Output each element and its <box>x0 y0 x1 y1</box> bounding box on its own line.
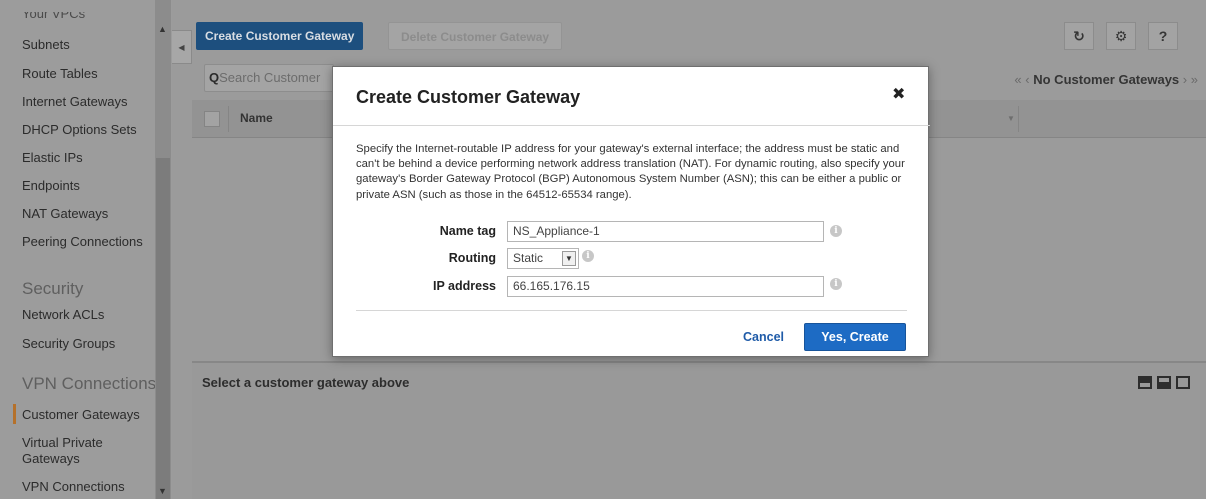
scroll-up-icon[interactable]: ▲ <box>158 24 167 34</box>
active-item-marker <box>13 404 16 424</box>
sidebar-item-vpn-connections[interactable]: VPN Connections <box>22 479 125 495</box>
settings-button[interactable]: ⚙ <box>1106 22 1136 50</box>
ip-address-label: IP address <box>432 279 496 293</box>
pager: « ‹ No Customer Gateways › » <box>1014 72 1198 87</box>
dialog-header: Create Customer Gateway ✖ <box>333 67 930 126</box>
sidebar-item-elastic-ips[interactable]: Elastic IPs <box>22 150 83 166</box>
routing-select[interactable]: Static ▼ <box>507 248 579 269</box>
refresh-button[interactable]: ↻ <box>1064 22 1094 50</box>
sidebar-item-internet-gateways[interactable]: Internet Gateways <box>22 94 128 110</box>
chevron-down-icon: ▼ <box>562 251 576 266</box>
create-customer-gateway-button[interactable]: Create Customer Gateway <box>196 22 364 50</box>
ip-address-input[interactable]: 66.165.176.15 <box>507 276 824 297</box>
toolbar: Create Customer Gateway Delete Customer … <box>192 0 1206 56</box>
cancel-button[interactable]: Cancel <box>743 330 784 344</box>
chevron-left-icon: ◀ <box>178 42 185 52</box>
routing-info-icon[interactable]: i <box>582 250 594 262</box>
dialog-divider <box>356 310 907 311</box>
column-header-name[interactable]: Name <box>240 111 273 125</box>
help-icon: ? <box>1158 28 1168 44</box>
sidebar-item-security-groups[interactable]: Security Groups <box>22 336 115 352</box>
scroll-down-icon[interactable]: ▼ <box>158 486 167 496</box>
create-customer-gateway-dialog: Create Customer Gateway ✖ Specify the In… <box>332 66 930 357</box>
detail-pane: Select a customer gateway above <box>192 361 1206 499</box>
refresh-icon: ↻ <box>1073 28 1085 44</box>
search-input[interactable]: QSearch Customer <box>204 64 334 92</box>
last-page-icon[interactable]: » <box>1191 72 1198 87</box>
next-page-icon[interactable]: › <box>1183 72 1187 87</box>
layout-bottom-icon[interactable] <box>1138 376 1152 389</box>
layout-full-icon[interactable] <box>1176 376 1190 389</box>
dialog-title: Create Customer Gateway <box>356 87 581 107</box>
search-icon: Q <box>209 70 220 85</box>
routing-selected-value: Static <box>513 251 544 265</box>
sidebar-section-vpn-connections: VPN Connections <box>22 374 157 393</box>
name-tag-label: Name tag <box>439 224 496 238</box>
ip-address-info-icon[interactable]: i <box>830 278 842 290</box>
sidebar-item-route-tables[interactable]: Route Tables <box>22 66 98 82</box>
sidebar-item-subnets[interactable]: Subnets <box>22 37 70 53</box>
name-tag-input[interactable]: NS_Appliance-1 <box>507 221 824 242</box>
sidebar-item-endpoints[interactable]: Endpoints <box>22 178 80 194</box>
sort-caret-icon[interactable]: ▼ <box>1007 114 1015 123</box>
close-icon[interactable]: ✖ <box>892 87 905 103</box>
sidebar-item-dhcp-options-sets[interactable]: DHCP Options Sets <box>22 122 137 138</box>
name-tag-info-icon[interactable]: i <box>830 225 842 237</box>
select-all-checkbox[interactable] <box>204 111 220 127</box>
sidebar-section-security: Security <box>22 279 84 298</box>
detail-title: Select a customer gateway above <box>202 375 410 390</box>
sidebar-item-your-vpcs[interactable]: Your VPCs <box>22 12 85 22</box>
layout-split-icon[interactable] <box>1157 376 1171 389</box>
help-button[interactable]: ? <box>1148 22 1178 50</box>
routing-label: Routing <box>448 251 496 265</box>
gear-icon: ⚙ <box>1114 28 1128 44</box>
prev-page-icon[interactable]: ‹ <box>1025 72 1029 87</box>
sidebar-item-nat-gateways[interactable]: NAT Gateways <box>22 206 108 222</box>
collapse-sidebar-button[interactable]: ◀ <box>172 30 192 64</box>
dialog-description: Specify the Internet-routable IP address… <box>356 143 905 201</box>
sidebar-item-network-acls[interactable]: Network ACLs <box>22 307 104 323</box>
sidebar-item-customer-gateways[interactable]: Customer Gateways <box>22 407 140 423</box>
column-divider <box>228 106 229 132</box>
pager-text: No Customer Gateways <box>1033 72 1180 87</box>
first-page-icon[interactable]: « <box>1014 72 1021 87</box>
sidebar-scroll-thumb[interactable] <box>156 158 170 499</box>
yes-create-button[interactable]: Yes, Create <box>804 323 906 351</box>
column-divider <box>1018 106 1019 132</box>
sidebar-item-peering-connections[interactable]: Peering Connections <box>22 234 143 250</box>
delete-customer-gateway-button[interactable]: Delete Customer Gateway <box>388 22 563 50</box>
sidebar-item-virtual-private-gateways[interactable]: Virtual Private Gateways <box>22 435 142 467</box>
sidebar: Your VPCs Subnets Route Tables Internet … <box>0 0 172 499</box>
